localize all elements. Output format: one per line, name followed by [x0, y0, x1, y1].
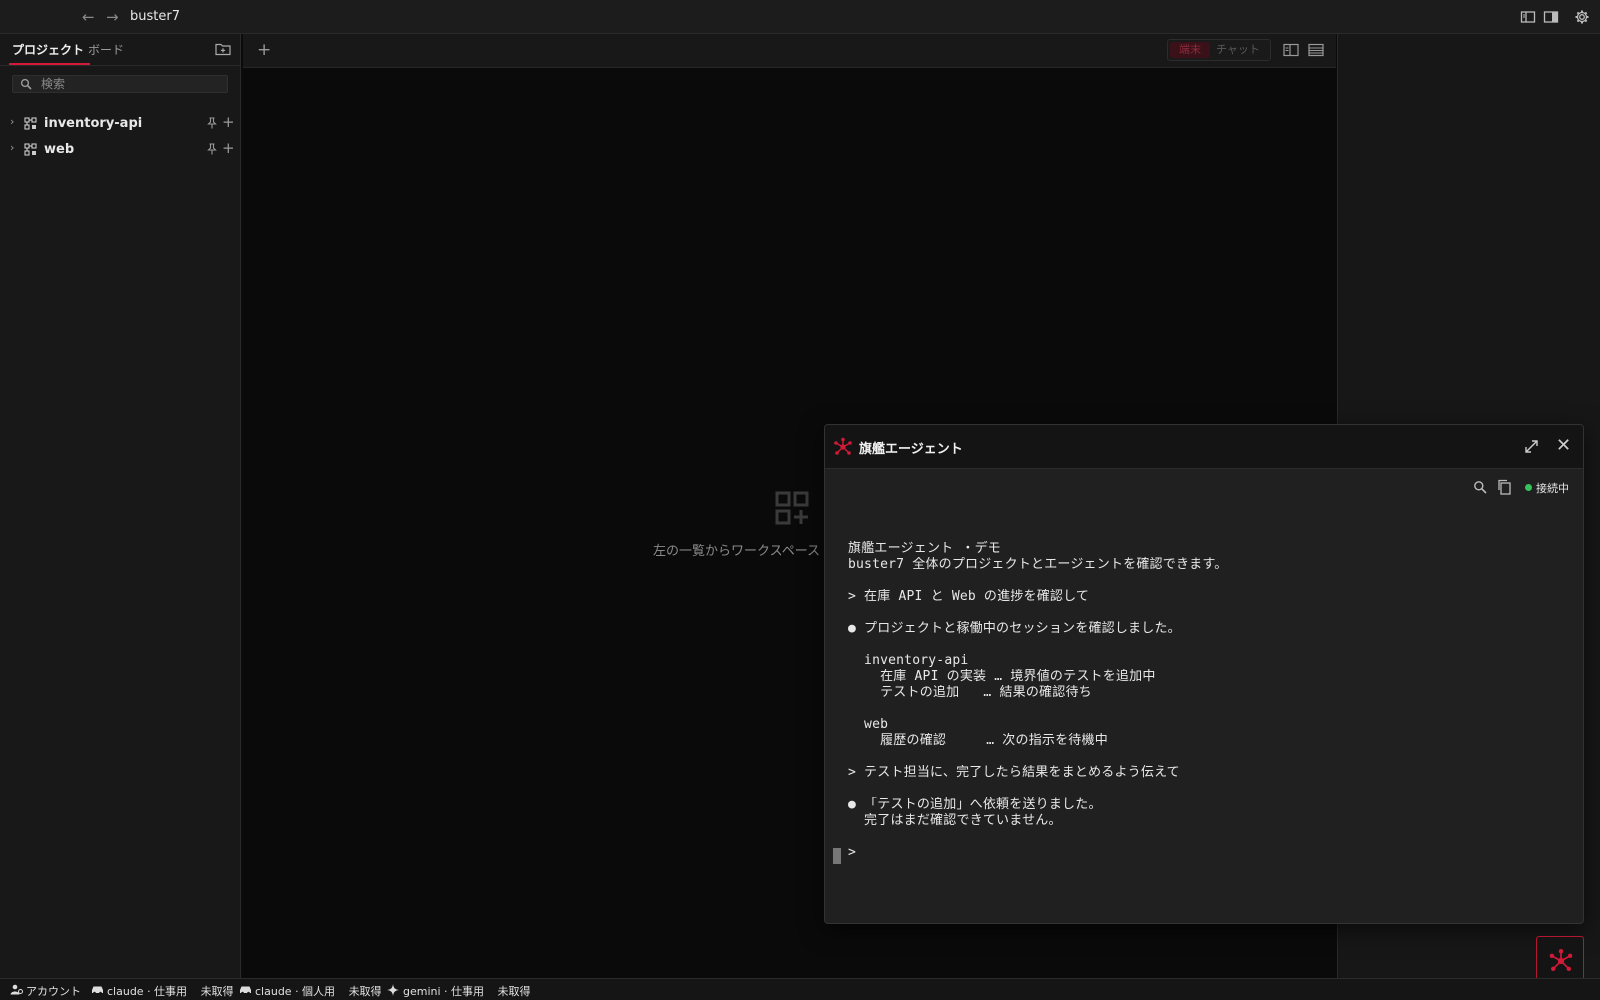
forward-arrow-icon[interactable]: →	[106, 8, 119, 26]
terminal-line: 在庫 API の実装 … 境界値のテストを追加中	[848, 669, 1156, 684]
agent-panel-title: 旗艦エージェント	[859, 442, 963, 457]
project-name: inventory-api	[44, 116, 143, 131]
car-icon	[240, 986, 251, 995]
status-bar: アカウント claude · 仕事用 未取得 claude · 個人用 未取得 …	[0, 978, 1600, 1000]
add-session-icon[interactable]: +	[222, 139, 235, 157]
terminal-line: テストの追加 … 結果の確認待ち	[848, 685, 1092, 700]
sparkle-icon	[387, 984, 399, 996]
terminal-line: > テスト担当に、完了したら結果をまとめるよう伝えて	[848, 765, 1180, 780]
copy-icon[interactable]	[1497, 479, 1511, 495]
chevron-right-icon[interactable]: ›	[10, 115, 14, 128]
agent-launcher-button[interactable]	[1536, 936, 1584, 984]
app-title: buster7	[130, 9, 180, 24]
terminal-line: 完了はまだ確認できていません。	[848, 813, 1062, 828]
repository-icon	[24, 117, 37, 130]
project-item-web[interactable]: › web +	[0, 138, 241, 162]
car-icon	[92, 986, 103, 995]
terminal-cursor	[833, 848, 841, 864]
search-icon	[20, 78, 32, 90]
back-arrow-icon[interactable]: ←	[82, 8, 95, 26]
terminal-line: >	[848, 845, 857, 860]
terminal-line: > 在庫 API と Web の進捗を確認して	[848, 589, 1090, 604]
chevron-right-icon[interactable]: ›	[10, 141, 14, 154]
agent-panel-header: 旗艦エージェント ✕	[825, 425, 1583, 469]
mode-switch: 端末 チャット	[1167, 39, 1271, 61]
account-icon	[10, 984, 23, 995]
agent-network-icon	[1549, 949, 1573, 972]
expand-icon[interactable]	[1523, 438, 1540, 455]
mode-terminal-button[interactable]: 端末	[1170, 42, 1210, 58]
sidebar-layout-icon[interactable]	[1520, 9, 1536, 25]
terminal-line: inventory-api	[848, 653, 969, 668]
agent-network-icon	[834, 437, 852, 455]
project-sidebar: プロジェクト ボード › inventory-api + ›	[0, 34, 241, 978]
empty-workspace-message: 左の一覧からワークスペース	[653, 544, 821, 559]
add-session-icon[interactable]: +	[222, 113, 235, 131]
project-name: web	[44, 142, 75, 157]
gear-icon[interactable]	[1574, 9, 1590, 25]
tab-board[interactable]: ボード	[88, 41, 124, 58]
flagship-agent-panel: 旗艦エージェント ✕ 接続中 旗艦エージェント ・デモ buster7 全体のプロ…	[824, 424, 1584, 924]
connection-status-dot	[1525, 484, 1532, 491]
add-widget-icon	[775, 491, 809, 525]
search-box	[12, 75, 228, 93]
pin-icon[interactable]	[206, 143, 218, 155]
status-claude-work[interactable]: claude · 仕事用 未取得	[91, 983, 234, 999]
close-icon[interactable]: ✕	[1556, 436, 1571, 456]
terminal-line: ● 「テストの追加」へ依頼を送りました。	[848, 797, 1102, 812]
right-panel-layout-icon[interactable]	[1543, 9, 1559, 25]
list-view-icon[interactable]	[1308, 43, 1324, 57]
tab-projects[interactable]: プロジェクト	[8, 41, 91, 65]
repository-icon	[24, 143, 37, 156]
status-claude-personal[interactable]: claude · 個人用 未取得	[239, 983, 382, 999]
project-item-inventory-api[interactable]: › inventory-api +	[0, 112, 241, 136]
workspace-toolbar: + 端末 チャット	[243, 34, 1336, 68]
terminal-line: buster7 全体のプロジェクトとエージェントを確認できます。	[848, 557, 1228, 572]
terminal-line: 旗艦エージェント ・デモ	[848, 541, 1001, 556]
split-view-icon[interactable]	[1283, 43, 1299, 57]
pin-icon[interactable]	[206, 117, 218, 129]
terminal-line: 履歴の確認 … 次の指示を待機中	[848, 733, 1108, 748]
terminal-line: ● プロジェクトと稼働中のセッションを確認しました。	[848, 621, 1181, 636]
search-input[interactable]	[41, 76, 221, 92]
title-bar: ← → buster7	[0, 0, 1600, 34]
terminal-line: web	[848, 717, 889, 732]
mode-chat-button[interactable]: チャット	[1216, 42, 1260, 58]
agent-terminal-output[interactable]: 旗艦エージェント ・デモ buster7 全体のプロジェクトとエージェントを確認で…	[848, 525, 1568, 865]
search-icon[interactable]	[1473, 480, 1487, 494]
status-gemini-work[interactable]: gemini · 仕事用 未取得	[387, 983, 531, 999]
new-tab-button[interactable]: +	[257, 40, 271, 60]
status-account[interactable]: アカウント	[10, 983, 81, 999]
new-folder-icon[interactable]	[215, 42, 231, 56]
connection-status: 接続中	[1536, 482, 1569, 495]
sidebar-tabs: プロジェクト ボード	[0, 34, 241, 66]
